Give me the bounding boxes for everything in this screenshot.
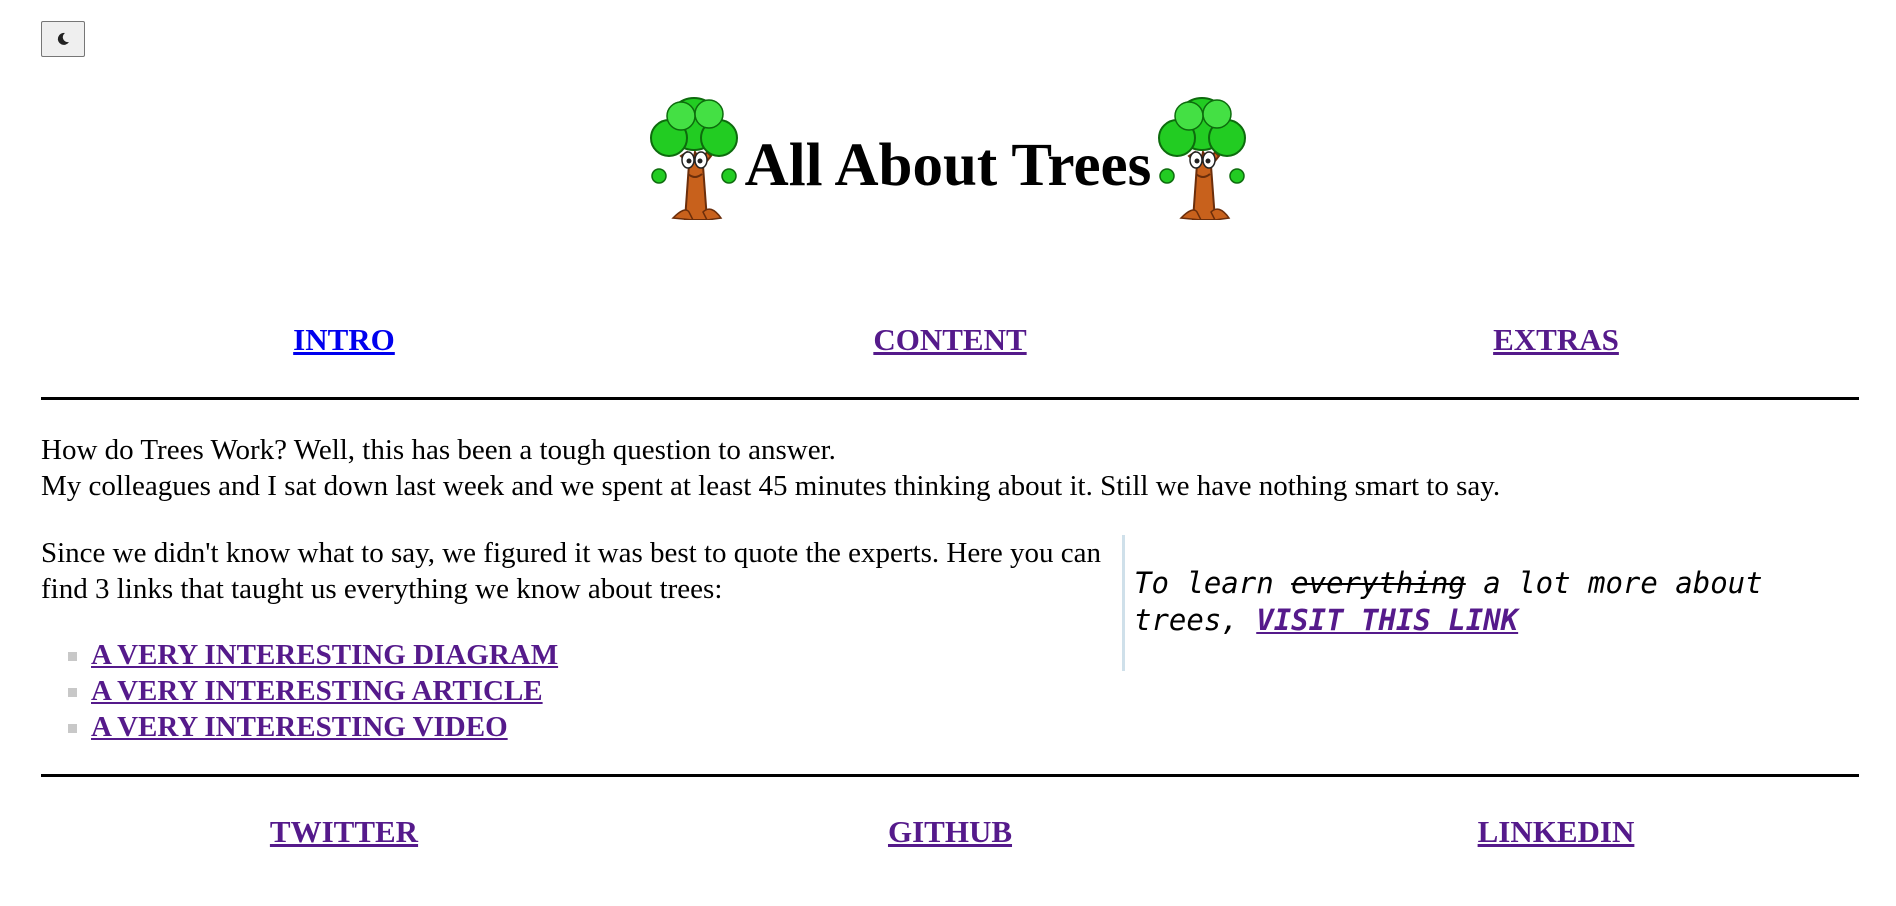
- site-header: All About Trees: [0, 92, 1896, 222]
- tree-mascot-icon: [1158, 97, 1247, 220]
- square-bullet-icon: [68, 724, 77, 733]
- github-link[interactable]: GITHUB: [888, 814, 1012, 849]
- callout-struck-word: everything: [1291, 566, 1466, 600]
- nav-cell-content: CONTENT: [647, 322, 1253, 358]
- nav-cell-extras: EXTRAS: [1253, 322, 1859, 358]
- list-item: A VERY INTERESTING VIDEO: [68, 709, 1101, 745]
- nav-link-intro[interactable]: INTRO: [293, 322, 395, 357]
- page-title: All About Trees: [744, 131, 1152, 199]
- social-footer: TWITTER GITHUB LINKEDIN: [41, 814, 1859, 850]
- twitter-link[interactable]: TWITTER: [270, 814, 418, 849]
- square-bullet-icon: [68, 652, 77, 661]
- callout-prefix: To learn: [1134, 566, 1274, 600]
- learn-more-callout: To learn everything a lot more about tre…: [1122, 535, 1859, 671]
- sources-paragraph: Since we didn't know what to say, we fig…: [41, 537, 1101, 605]
- tree-mascot-icon: [649, 97, 738, 220]
- link-video[interactable]: A VERY INTERESTING VIDEO: [91, 711, 508, 743]
- divider-top: [41, 397, 1859, 400]
- footer-cell-github: GITHUB: [647, 814, 1253, 850]
- footer-cell-twitter: TWITTER: [41, 814, 647, 850]
- square-bullet-icon: [68, 688, 77, 697]
- sources-section: Since we didn't know what to say, we fig…: [41, 535, 1101, 745]
- nav-cell-intro: INTRO: [41, 322, 647, 358]
- link-article[interactable]: A VERY INTERESTING ARTICLE: [91, 675, 543, 707]
- list-item: A VERY INTERESTING ARTICLE: [68, 673, 1101, 709]
- nav-link-extras[interactable]: EXTRAS: [1493, 322, 1619, 357]
- link-diagram[interactable]: A VERY INTERESTING DIAGRAM: [91, 639, 558, 671]
- moon-icon: [57, 32, 69, 45]
- linkedin-link[interactable]: LINKEDIN: [1478, 814, 1635, 849]
- divider-bottom: [41, 774, 1859, 777]
- main-nav: INTRO CONTENT EXTRAS: [41, 322, 1859, 358]
- footer-cell-linkedin: LINKEDIN: [1253, 814, 1859, 850]
- intro-text: How do Trees Work? Well, this has been a…: [41, 432, 1859, 504]
- visit-link[interactable]: VISIT THIS LINK: [1256, 603, 1518, 637]
- nav-link-content[interactable]: CONTENT: [873, 322, 1026, 357]
- theme-toggle-button[interactable]: [41, 21, 85, 57]
- sources-list: A VERY INTERESTING DIAGRAM A VERY INTERE…: [41, 637, 1101, 745]
- list-item: A VERY INTERESTING DIAGRAM: [68, 637, 1101, 673]
- intro-line-1: How do Trees Work? Well, this has been a…: [41, 434, 836, 466]
- intro-line-2: My colleagues and I sat down last week a…: [41, 470, 1501, 502]
